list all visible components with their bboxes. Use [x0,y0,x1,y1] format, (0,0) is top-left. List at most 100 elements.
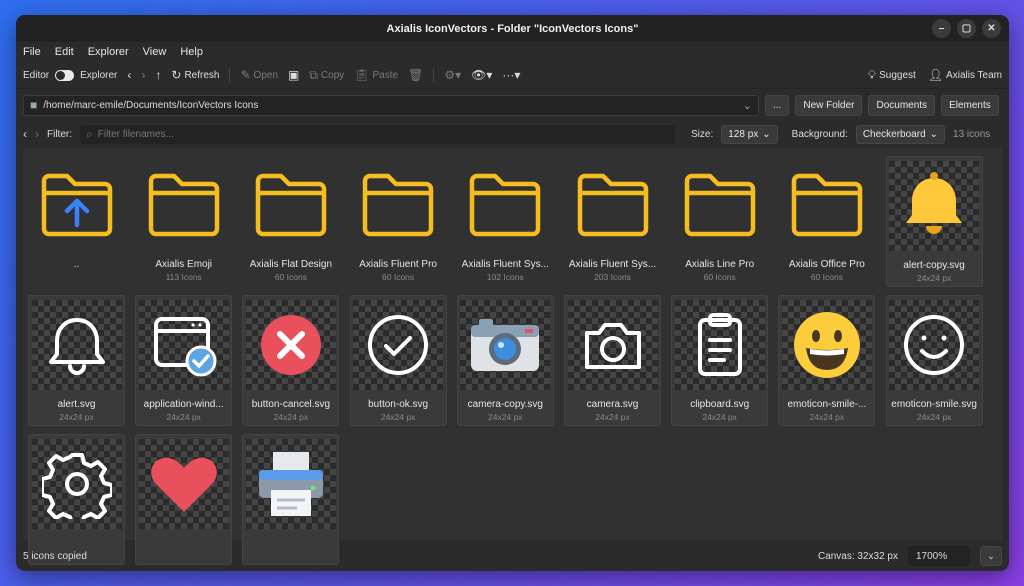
mode-toggle[interactable]: Editor Explorer [23,69,117,81]
printer-icon [245,439,336,529]
toolbar: Editor Explorer ‹ › ↑ ↻ Refresh ✎ Open ▣… [16,62,1009,89]
menu-help[interactable]: Help [180,46,203,58]
icon-item[interactable]: camera-copy.svg 24x24 px [456,295,554,426]
item-info: 24x24 px [809,412,845,422]
new-folder-button[interactable]: New Folder [795,94,863,116]
menu-file[interactable]: File [23,46,41,58]
up-arrow-icon[interactable]: ↑ [155,69,161,81]
icon-item[interactable]: button-cancel.svg 24x24 px [242,295,340,426]
forward-icon[interactable]: › [35,128,39,140]
filter-label: Filter: [47,128,72,140]
close-button[interactable]: ✕ [982,19,1001,38]
item-name: alert-copy.svg [903,260,965,271]
folder-item[interactable]: Axialis Office Pro 60 Icons [778,156,875,287]
zoom-field[interactable]: 1700% [908,546,970,566]
menu-edit[interactable]: Edit [55,46,74,58]
icon-item[interactable]: camera.svg 24x24 px [564,295,661,426]
maximize-button[interactable]: ▢ [957,19,976,38]
icon-grid: .. Axialis Emoji 113 Icons Axialis Flat D… [23,148,1002,565]
item-info: 24x24 px [702,412,737,422]
chevron-down-icon[interactable]: ⌄ [743,99,752,112]
icon-item[interactable]: emoticon-smile-... 24x24 px [778,295,876,426]
chevron-down-icon: ⌄ [929,128,939,140]
application-window-icon [138,300,229,390]
heart-icon [138,439,229,529]
camera-color-icon [460,300,551,390]
editor-label: Editor [23,69,50,81]
item-info: 60 Icons [382,272,415,282]
item-name: Axialis Line Pro [685,259,755,270]
settings-icon[interactable]: ⚙︎▾ [444,69,461,81]
elements-button[interactable]: Elements [941,94,999,116]
item-info: 24x24 px [166,412,201,422]
item-name: Axialis Fluent Sys... [461,259,549,270]
menu-explorer[interactable]: Explorer [88,46,129,58]
separator [229,68,231,82]
folder-item[interactable]: Axialis Flat Design 60 Icons [242,156,339,287]
path-row: ■ /home/marc-emile/Documents/IconVectors… [16,89,1009,121]
canvas-size: Canvas: 32x32 px [817,550,898,562]
background-select[interactable]: Checkerboard ⌄ [855,124,946,144]
icon-item[interactable]: clipboard.svg 24x24 px [671,295,769,426]
item-name: alert.svg [57,399,96,410]
suggest-button[interactable]: 💡︎ Suggest [868,69,916,81]
folder-icon [246,160,336,250]
folder-item[interactable]: .. [28,156,125,287]
more-button[interactable]: ... [765,94,790,116]
team-button[interactable]: 👤︎ Axialis Team [928,69,1002,81]
folder-item[interactable]: Axialis Fluent Sys... 203 Icons [564,156,661,287]
check-circle-icon [353,300,444,390]
item-info: 60 Icons [810,272,843,282]
eye-icon[interactable]: 👁︎▾ [471,69,492,81]
item-info: 24x24 px [595,412,630,422]
chevron-down-icon[interactable]: ⌄ [980,546,1002,566]
copy-button[interactable]: ⧉ Copy [309,69,344,81]
filter-input[interactable]: ⌕ Filter filenames... [80,124,675,144]
item-info: 24x24 px [273,412,309,422]
more-icon[interactable]: ···▾ [502,69,520,81]
back-icon[interactable]: ‹ [23,128,27,140]
item-name: Axialis Emoji [155,259,213,270]
menu-view[interactable]: View [143,46,167,58]
folder-item[interactable]: Axialis Line Pro 60 Icons [671,156,768,287]
item-name: Axialis Office Pro [788,259,865,270]
folder-item[interactable]: Axialis Fluent Pro 60 Icons [350,156,447,287]
minimize-button[interactable]: – [932,19,951,38]
item-name: Axialis Fluent Sys... [568,259,657,270]
smile-outline-icon [889,300,980,390]
icon-item[interactable]: alert-copy.svg 24x24 px [885,156,983,287]
size-select[interactable]: 128 px ⌄ [721,124,778,144]
forward-icon[interactable]: › [141,69,145,81]
refresh-button[interactable]: ↻ Refresh [171,69,219,81]
new-folder-icon[interactable]: ▣ [288,69,299,81]
item-name: emoticon-smile.svg [891,399,977,410]
item-info: 203 Icons [594,272,631,282]
icon-item[interactable]: application-wind... 24x24 px [135,295,233,426]
clipboard-icon [674,300,765,390]
menu-bar: File Edit Explorer View Help [16,42,1009,62]
paste-button[interactable]: 📋︎ Paste [354,69,398,81]
icon-item[interactable]: alert.svg 24x24 px [28,295,125,426]
mode-switch[interactable] [55,69,75,81]
item-info: 24x24 px [488,412,523,422]
folder-item[interactable]: Axialis Emoji 113 Icons [135,156,232,287]
camera-outline-icon [567,300,658,390]
icon-item[interactable]: emoticon-smile.svg 24x24 px [885,295,983,426]
item-info: 24x24 px [916,273,952,283]
item-name: button-ok.svg [368,399,429,410]
folder-item[interactable]: Axialis Fluent Sys... 102 Icons [457,156,554,287]
item-name: Axialis Fluent Pro [359,259,437,270]
path-combobox[interactable]: ■ /home/marc-emile/Documents/IconVectors… [23,94,759,116]
delete-icon[interactable]: 🗑︎ [408,69,423,81]
separator [433,68,435,82]
background-label: Background: [791,128,848,140]
paste-icon: 📋︎ [354,68,370,82]
item-info: 102 Icons [486,272,524,282]
back-icon[interactable]: ‹ [127,69,131,81]
open-button[interactable]: ✎ Open [240,69,278,81]
documents-button[interactable]: Documents [868,94,936,116]
icon-item[interactable]: button-ok.svg 24x24 px [349,295,447,426]
emoji-smile-color-icon [781,300,872,390]
folder-up-icon [32,160,122,250]
title-bar: Axialis IconVectors - Folder "IconVector… [16,15,1009,42]
